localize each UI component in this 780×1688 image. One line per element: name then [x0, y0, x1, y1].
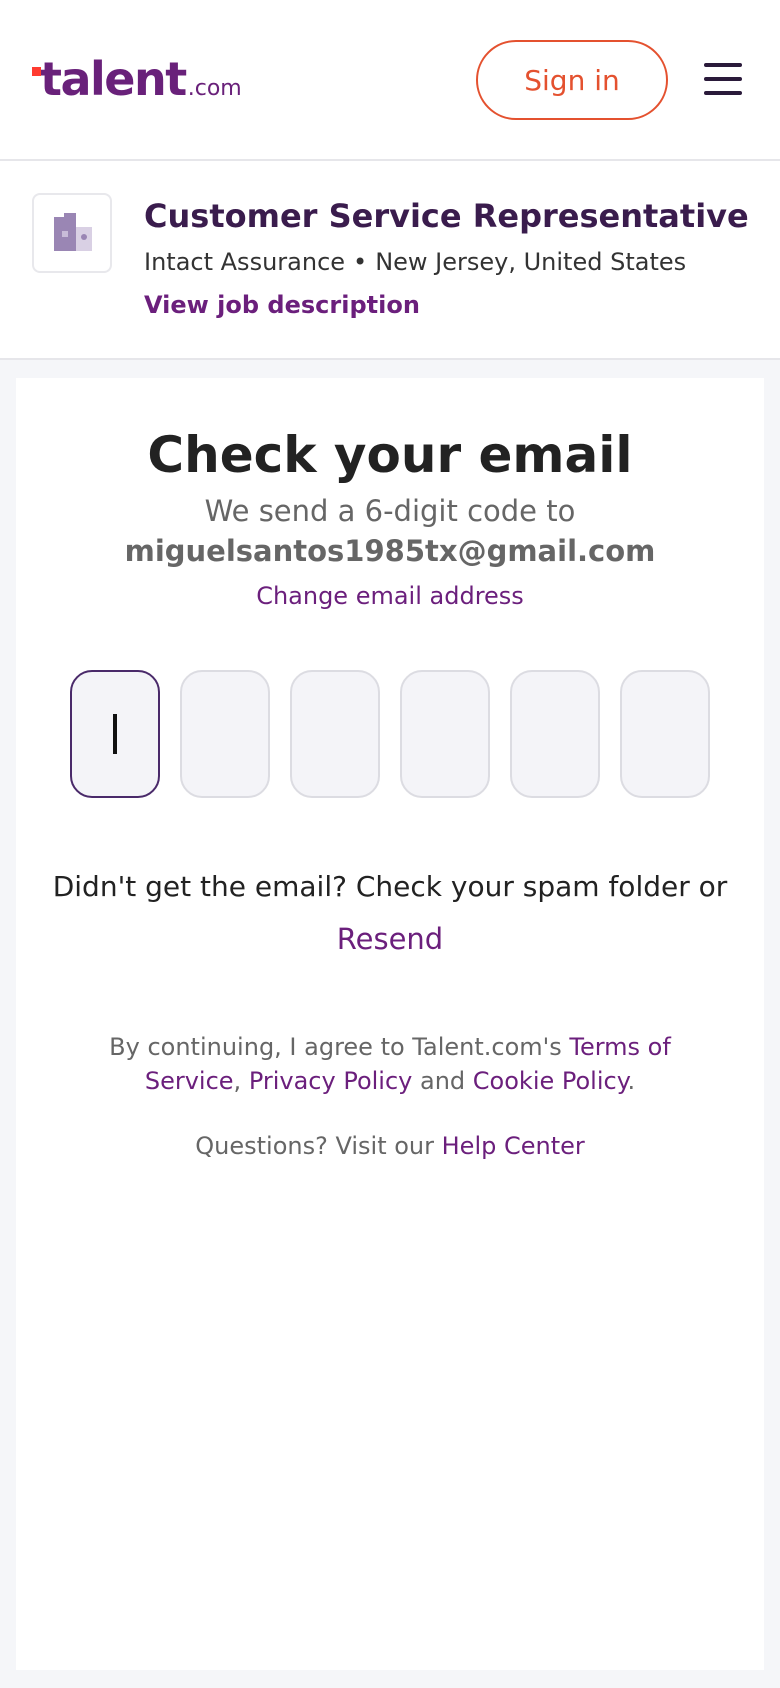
legal-and: and	[412, 1067, 473, 1095]
job-summary: Customer Service Representative Intact A…	[0, 161, 780, 360]
view-job-description-link[interactable]: View job description	[144, 291, 420, 319]
company-name: Intact Assurance	[144, 248, 346, 276]
resend-link[interactable]: Resend	[16, 922, 764, 956]
logo-accent-dot	[32, 67, 41, 76]
sign-in-button[interactable]: Sign in	[476, 40, 668, 120]
page-title: Check your email	[147, 426, 633, 484]
logo-suffix: .com	[187, 76, 242, 101]
privacy-policy-link[interactable]: Privacy Policy	[249, 1067, 413, 1095]
site-header: talent .com Sign in	[0, 0, 780, 161]
logo-wordmark: talent	[40, 52, 187, 106]
job-title: Customer Service Representative	[144, 197, 749, 235]
legal-period: .	[627, 1067, 636, 1095]
code-digit-6[interactable]	[620, 670, 710, 798]
code-digit-3[interactable]	[290, 670, 380, 798]
code-digit-4[interactable]	[400, 670, 490, 798]
change-email-link[interactable]: Change email address	[16, 582, 764, 610]
talent-logo[interactable]: talent .com	[30, 54, 242, 104]
job-location: New Jersey, United States	[375, 248, 687, 276]
legal-notice: By continuing, I agree to Talent.com's T…	[106, 1030, 674, 1098]
building-icon	[32, 193, 112, 273]
code-digit-2[interactable]	[180, 670, 270, 798]
spam-hint: Didn't get the email? Check your spam fo…	[52, 870, 728, 903]
text-caret	[113, 714, 117, 754]
code-digit-5[interactable]	[510, 670, 600, 798]
code-input-group	[70, 670, 710, 798]
recipient-email: miguelsantos1985tx@gmail.com	[124, 534, 656, 568]
meta-separator: •	[353, 248, 368, 276]
help-center-link[interactable]: Help Center	[442, 1132, 585, 1160]
hamburger-menu-icon[interactable]	[704, 63, 742, 95]
verification-card: Check your email We send a 6-digit code …	[16, 378, 764, 1670]
help-prefix: Questions? Visit our	[195, 1132, 442, 1160]
code-sent-text: We send a 6-digit code to	[204, 494, 576, 528]
legal-prefix: By continuing, I agree to Talent.com's	[109, 1033, 570, 1061]
cookie-policy-link[interactable]: Cookie Policy	[473, 1067, 628, 1095]
job-meta: Intact Assurance • New Jersey, United Stat…	[144, 248, 686, 276]
help-line: Questions? Visit our Help Center	[16, 1132, 764, 1160]
legal-comma: ,	[233, 1067, 249, 1095]
